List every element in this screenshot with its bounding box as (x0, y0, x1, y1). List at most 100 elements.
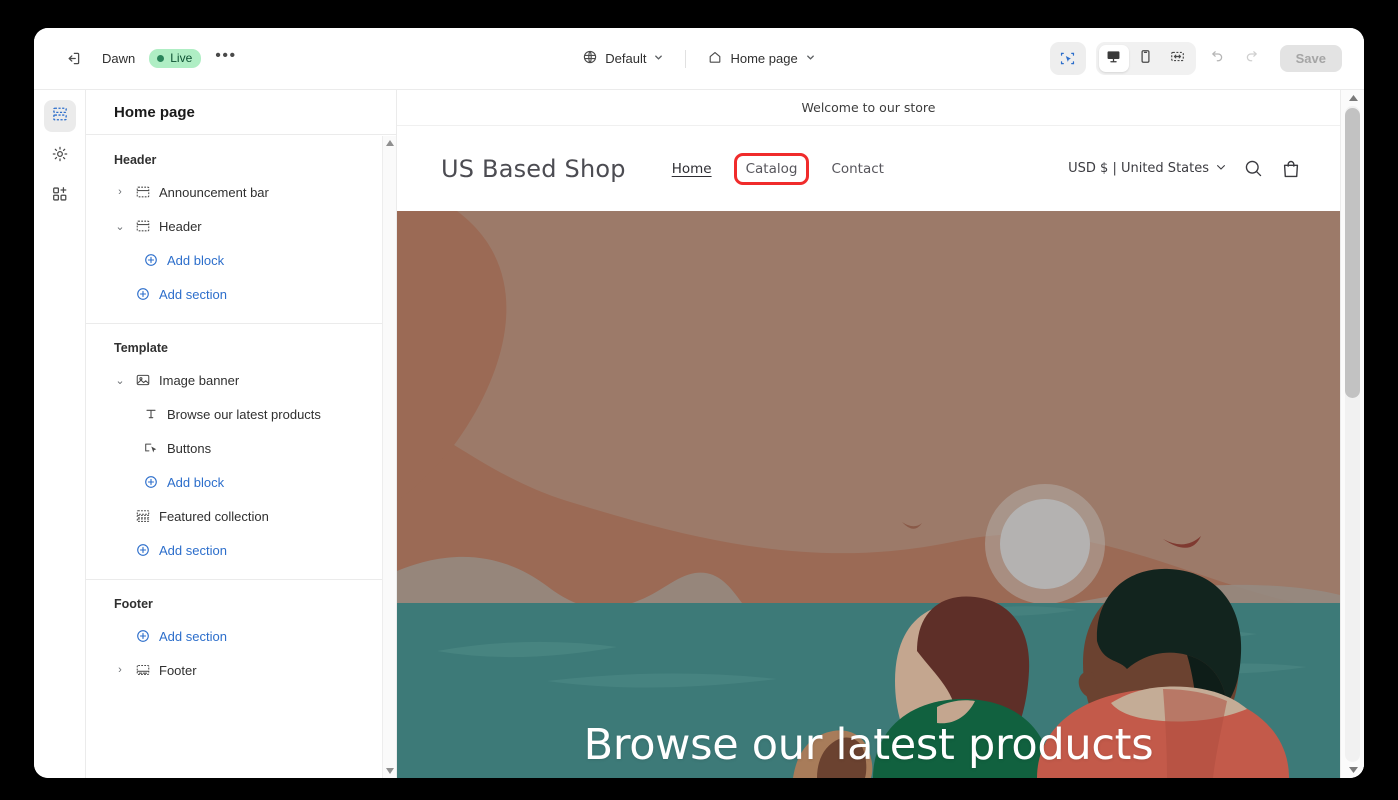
sections-icon (51, 105, 69, 128)
resize-width-icon (1169, 48, 1186, 70)
text-block-icon (142, 406, 159, 422)
hero-lake-and-figures (397, 568, 1340, 778)
nav-link-contact[interactable]: Contact (821, 155, 894, 183)
toolbar-center-group: Default Home page (464, 44, 934, 73)
plus-circle-icon (134, 542, 151, 558)
globe-icon (582, 49, 598, 68)
chevron-down-icon[interactable]: ⌄ (114, 220, 126, 233)
plus-circle-icon (142, 474, 159, 490)
tree-row-label: Add block (167, 252, 225, 268)
mobile-icon (1137, 48, 1154, 70)
preview-scrollbar[interactable] (1340, 90, 1364, 778)
hero-image-banner[interactable]: Browse our latest products (397, 211, 1340, 778)
tree-row-label: Add block (167, 474, 225, 490)
button-block-icon (142, 440, 159, 456)
chevron-right-icon[interactable]: › (114, 186, 126, 198)
store-preview: Welcome to our store US Based Shop Home … (397, 90, 1364, 778)
hero-headline[interactable]: Browse our latest products (397, 720, 1340, 770)
tree-row-add-section[interactable]: Add section (86, 277, 397, 311)
plus-circle-icon (142, 252, 159, 268)
redo-button[interactable] (1238, 44, 1268, 74)
sections-sidebar: Home page Header › Announcement bar ⌄ Header… (86, 90, 397, 778)
gear-icon (51, 145, 69, 168)
currency-selector[interactable]: USD $ | United States (1068, 161, 1227, 177)
tree-row-footer[interactable]: › Footer (86, 653, 397, 687)
toolbar-left-group: Dawn Live ••• (34, 44, 464, 74)
preview-scroll-thumb[interactable] (1345, 108, 1360, 398)
page-selector[interactable]: Home page (698, 44, 824, 73)
preview-scroll-up-icon[interactable] (1341, 90, 1364, 106)
store-logo[interactable]: US Based Shop (441, 155, 626, 183)
announcement-bar[interactable]: Welcome to our store (397, 90, 1340, 126)
locale-selector[interactable]: Default (573, 44, 673, 73)
chevron-down-icon (653, 51, 664, 66)
tree-row-featured-collection[interactable]: Featured collection (86, 499, 397, 533)
tree-row-image-banner[interactable]: ⌄ Image banner (86, 363, 397, 397)
sidebar-item-settings[interactable] (44, 140, 76, 172)
mobile-view[interactable] (1131, 45, 1161, 72)
search-icon[interactable] (1243, 158, 1264, 179)
preview-scroll-down-icon[interactable] (1341, 762, 1364, 778)
collection-icon (134, 508, 151, 524)
exit-icon[interactable] (58, 44, 88, 74)
select-inspect-icon (1053, 45, 1083, 72)
tree-row-browse-our-latest-products[interactable]: Browse our latest products (86, 397, 397, 431)
tree-row-header[interactable]: ⌄ Header (86, 209, 397, 243)
nav-link-catalog[interactable]: Catalog (733, 152, 810, 185)
chevron-down-icon (805, 51, 816, 66)
sidebar-scrollbar[interactable] (382, 136, 396, 778)
currency-label: USD $ | United States (1068, 161, 1209, 176)
sidebar-group: Header › Announcement bar ⌄ Header Add block A… (86, 136, 397, 323)
sidebar-item-apps[interactable] (44, 180, 76, 212)
tree-row-label: Browse our latest products (167, 406, 321, 422)
preview-viewport: Welcome to our store US Based Shop Home … (397, 90, 1340, 778)
chevron-right-icon[interactable]: › (114, 664, 126, 676)
top-toolbar: Dawn Live ••• Default Home page Save (34, 28, 1364, 90)
nav-link-home[interactable]: Home (662, 155, 722, 183)
app-window: Dawn Live ••• Default Home page Save Hom… (34, 28, 1364, 778)
scroll-down-arrow-icon[interactable] (383, 764, 397, 778)
undo-button[interactable] (1202, 44, 1232, 74)
redo-icon (1244, 48, 1261, 70)
shopping-bag-icon[interactable] (1280, 158, 1302, 180)
footer-icon (134, 662, 151, 678)
desktop-view[interactable] (1098, 45, 1129, 72)
sidebar-group: Footer Add section › Footer (86, 579, 397, 699)
toolbar-right-group: Save (934, 42, 1364, 75)
sidebar-group-label: Footer (114, 597, 153, 611)
chevron-down-icon (1215, 161, 1227, 177)
tree-row-label: Image banner (159, 372, 240, 388)
page-title: Home page (86, 90, 396, 135)
sidebar-item-sections[interactable] (43, 100, 76, 132)
undo-icon (1208, 48, 1225, 70)
plus-circle-icon (134, 286, 151, 302)
tree-row-add-section[interactable]: Add section (86, 533, 397, 567)
theme-name[interactable]: Dawn (102, 51, 135, 66)
tree-row-label: Featured collection (159, 508, 269, 524)
left-rail (34, 90, 86, 778)
chevron-down-icon[interactable]: ⌄ (114, 374, 126, 387)
tree-row-label: Footer (159, 662, 197, 678)
section-icon (134, 218, 151, 234)
scroll-up-arrow-icon[interactable] (383, 136, 397, 150)
tree-row-add-block[interactable]: Add block (86, 243, 397, 277)
tree-row-buttons[interactable]: Buttons (86, 431, 397, 465)
store-header: US Based Shop Home Catalog Contact USD $… (397, 126, 1340, 211)
inspector-tool[interactable] (1049, 42, 1086, 75)
apps-add-icon (51, 185, 69, 208)
home-icon (707, 49, 723, 68)
tree-row-label: Add section (159, 542, 227, 558)
save-button[interactable]: Save (1279, 45, 1342, 72)
plus-circle-icon (134, 628, 151, 644)
tree-row-add-section[interactable]: Add section (86, 619, 397, 653)
tree-row-label: Announcement bar (159, 184, 269, 200)
tree-row-add-block[interactable]: Add block (86, 465, 397, 499)
locale-label: Default (605, 51, 647, 66)
tree-row-announcement-bar[interactable]: › Announcement bar (86, 175, 397, 209)
more-menu-button[interactable]: ••• (215, 48, 236, 66)
fullwidth-view[interactable] (1163, 45, 1193, 72)
sections-tree[interactable]: Header › Announcement bar ⌄ Header Add block A… (86, 136, 397, 778)
